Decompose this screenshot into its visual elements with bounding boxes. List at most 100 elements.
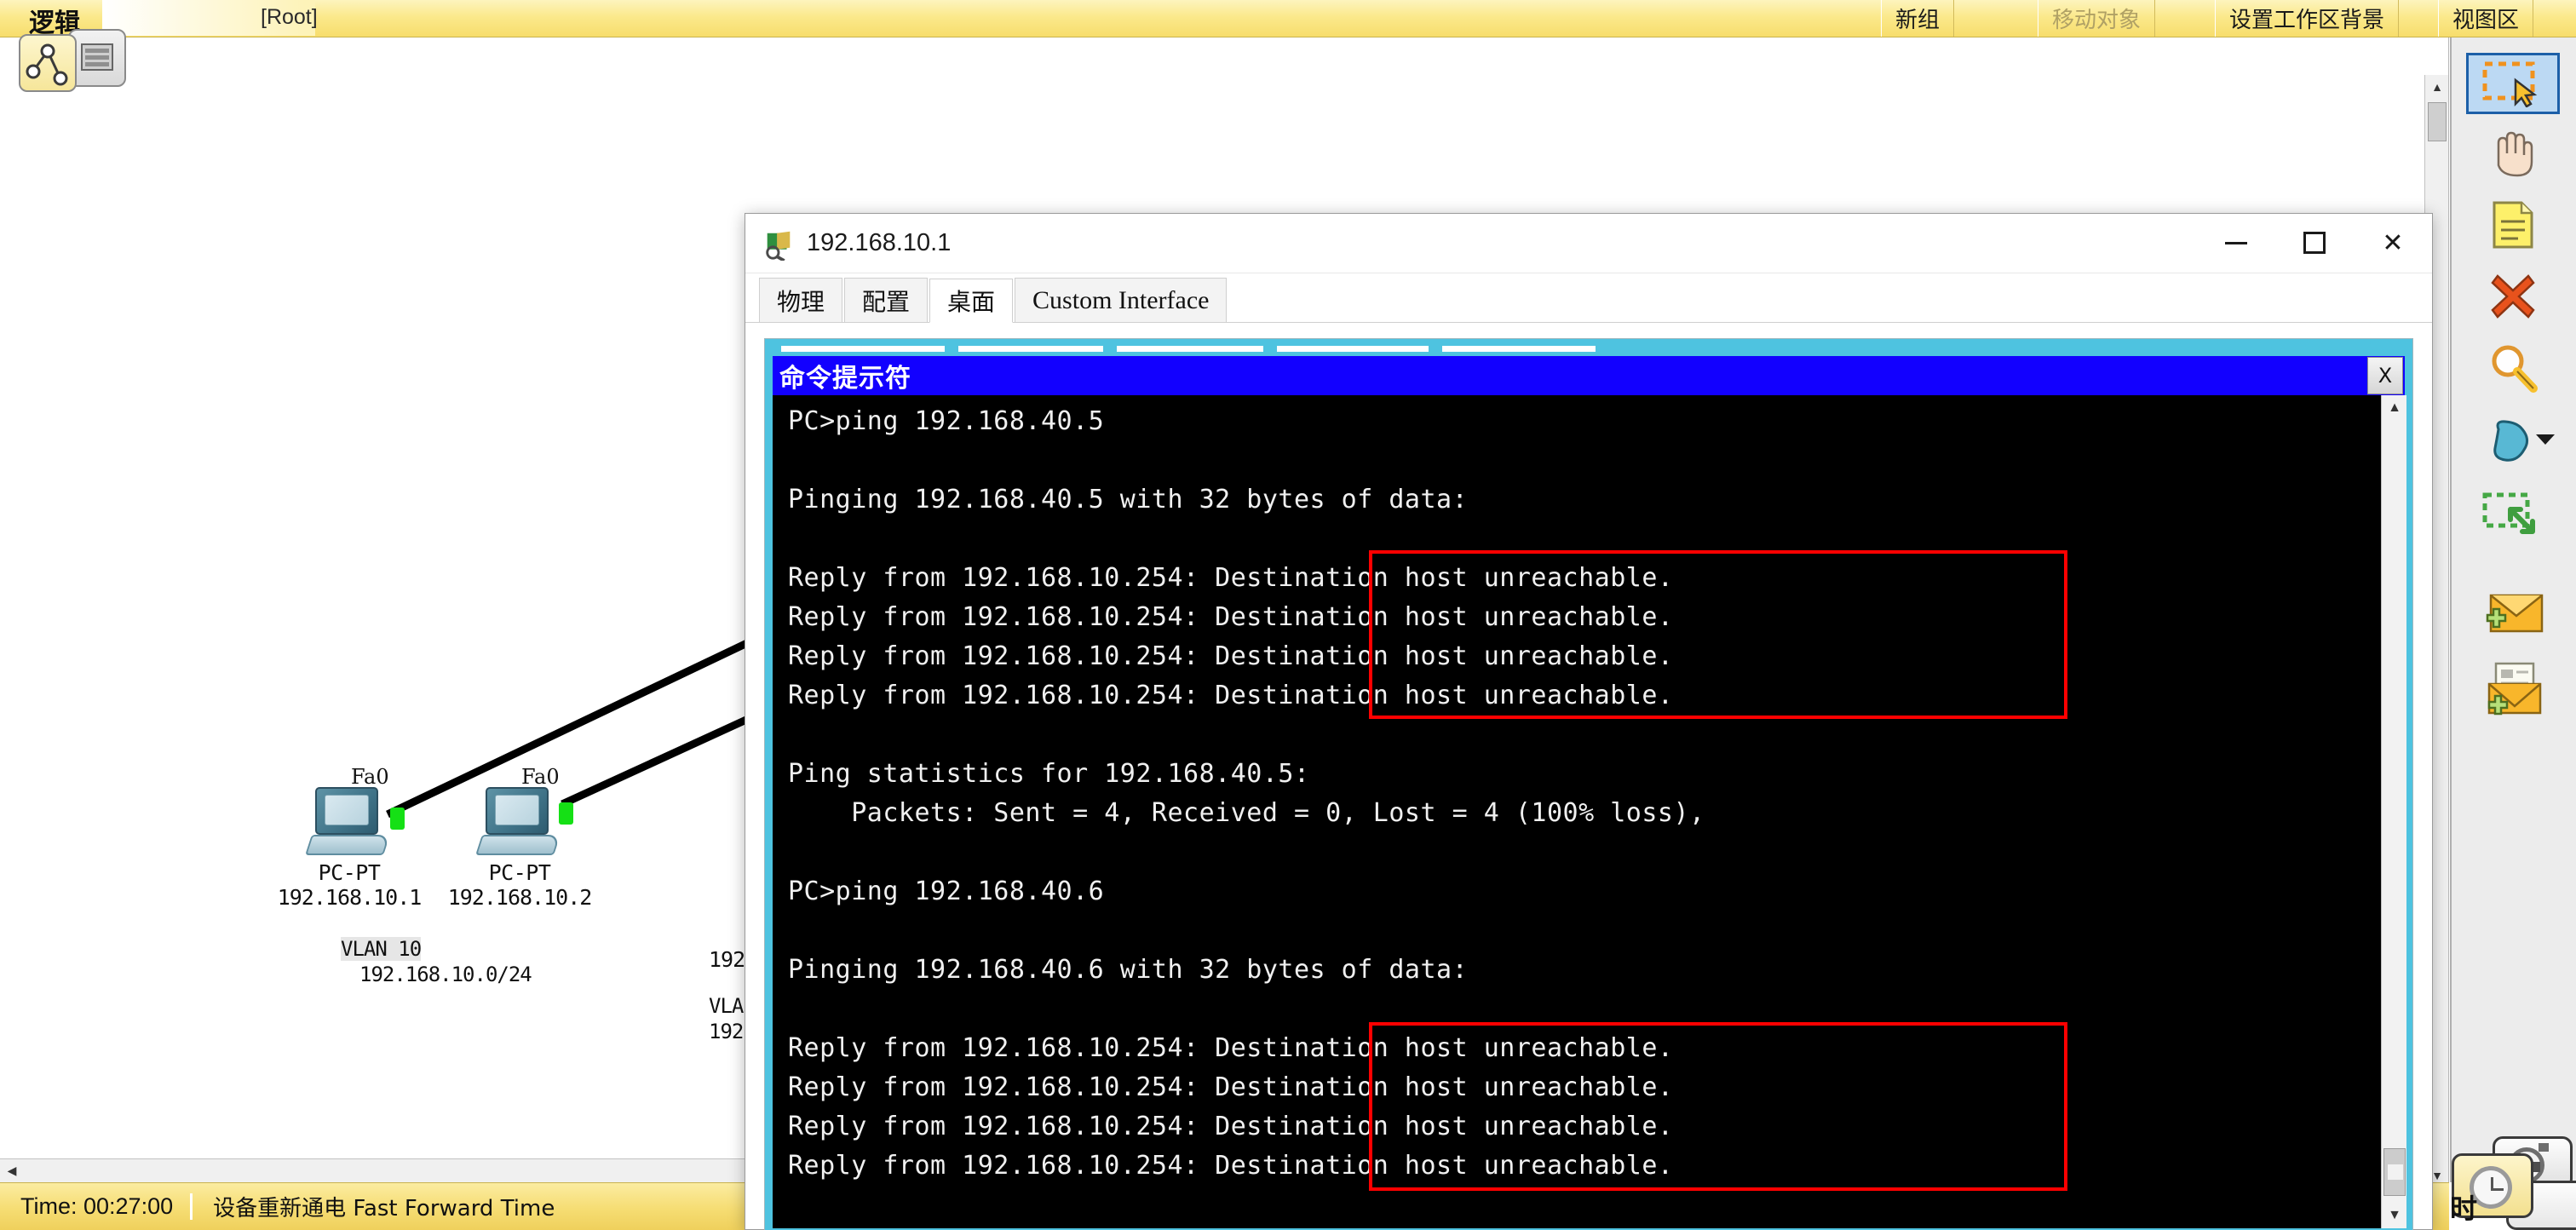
select-icon [2482,61,2538,107]
tool-palette [2450,37,2576,1182]
viewport-button[interactable]: 视图区 [2438,0,2534,37]
stopwatch-stem [2539,1143,2549,1152]
vlan-annotation-line2: 192.168.10.0/24 [359,963,532,986]
sidebar-item-delete-tool[interactable] [2466,266,2560,327]
hand-icon [2497,131,2533,177]
command-prompt-close-icon: X [2378,364,2393,388]
simulation-time: Time: 00:27:00 [0,1193,193,1220]
workspace-horizontal-scrollbar[interactable]: ◀ ▶ [0,1158,771,1182]
time-mode-label: 时 [2450,1193,2478,1225]
sidebar-item-complex-pdu-tool[interactable] [2466,659,2560,721]
shape-dropdown-caret-icon[interactable] [2536,434,2555,445]
close-button[interactable]: ✕ [2354,214,2432,272]
device-icon [766,231,791,261]
dialog-title: 192.168.10.1 [807,229,952,256]
tab-config[interactable]: 配置 [844,278,929,322]
pc-screen [495,795,539,825]
scroll-up-icon[interactable]: ▲ [2425,75,2448,99]
occluded-ip-label: 192 [709,947,745,972]
pc-device-name: PC-PT [488,860,551,885]
vlan-annotation-line1: VLAN 10 [341,937,422,961]
magnifier-icon [2492,345,2538,393]
logical-view-button[interactable] [19,34,77,92]
physical-view-button[interactable] [68,29,126,87]
command-prompt-close-button[interactable]: X [2367,357,2403,394]
pc-base [475,835,561,855]
port-label-fa0: Fa0 [521,765,560,789]
sidebar-item-select-tool[interactable] [2466,53,2560,114]
sidebar-item-draw-shape-tool[interactable] [2466,412,2560,474]
scroll-left-icon[interactable]: ◀ [0,1159,24,1182]
note-icon [2493,201,2533,249]
pc-monitor [315,787,378,835]
cmd-strip-seg [958,346,1103,352]
pc-icon [305,787,390,860]
tab-custom-interface[interactable]: Custom Interface [1015,278,1228,322]
move-object-button[interactable]: 移动对象 [2038,0,2156,37]
sidebar-item-hand-tool[interactable] [2466,123,2560,184]
maximize-button[interactable] [2275,214,2354,272]
sidebar-item-note-tool[interactable] [2466,194,2560,256]
cmd-strip-seg [1277,346,1429,352]
delete-x-icon [2491,274,2535,319]
tab-desktop[interactable]: 桌面 [929,279,1014,323]
cmd-strip-seg [1117,346,1263,352]
clock-hour-hand [2492,1188,2504,1191]
new-group-button[interactable]: 新组 [1881,0,1955,37]
pc-base [305,835,390,855]
command-prompt-titlebar[interactable]: 命令提示符 X [773,356,2405,395]
vlan-annotation[interactable]: VLAN 10 192.168.10.0/24 [341,936,532,987]
maximize-icon [2303,232,2326,254]
shape-blob-icon [2493,420,2528,462]
device-dialog[interactable]: 192.168.10.1 ✕ 物理 配置 桌面 Custom Interface [745,213,2433,1230]
terminal-scroll-thumb[interactable] [2383,1148,2406,1196]
command-prompt-title: 命令提示符 [779,364,911,394]
sidebar-item-inspect-tool[interactable] [2466,337,2560,399]
resize-icon [2482,492,2535,534]
link-status-dot [559,802,573,825]
envelope-document-plus-icon [2487,662,2542,716]
pc-monitor [486,787,549,835]
highlight-box-2 [1369,1022,2067,1191]
sidebar-item-simple-pdu-tool[interactable] [2466,583,2560,644]
occluded-vlan-line2: 192 [709,1020,744,1043]
pc-device-1[interactable]: PC-PT 192.168.10.1 Fa0 [273,765,426,910]
set-workspace-background-button[interactable]: 设置工作区背景 [2215,0,2400,37]
cmd-strip-seg [1442,346,1596,352]
dialog-tabs: 物理 配置 桌面 Custom Interface [745,273,2432,323]
envelope-plus-icon [2486,594,2544,633]
terminal-screen[interactable]: PC>ping 192.168.40.5 Pinging 192.168.40.… [773,395,2406,1228]
pc-icon [475,787,561,860]
dialog-body: 命令提示符 X PC>ping 192.168.40.5 Pinging 192… [745,323,2432,1230]
minimize-button[interactable] [2197,214,2275,272]
top-toolbar: [Root] 新组 移动对象 设置工作区背景 视图区 [0,0,2576,37]
highlight-box-1 [1369,550,2067,719]
realtime-simulation-toggle[interactable]: 时 [2447,1135,2576,1230]
pc-device-ip: 192.168.10.1 [277,885,423,910]
pc-screen [325,795,369,825]
pc-device-2[interactable]: PC-PT 192.168.10.2 Fa0 [443,765,596,910]
physical-view-icon [81,43,113,71]
link-status-dot [390,808,405,830]
occluded-vlan-label: VLA 192 [709,993,744,1044]
minimize-icon [2225,241,2247,244]
logical-view-icon [26,43,68,86]
terminal-scrollbar[interactable]: ▲ ▼ [2381,395,2406,1228]
breadcrumb-root: [Root] [261,5,318,29]
status-message: 设备重新通电 Fast Forward Time [213,1196,555,1221]
workspace-vscroll-thumb[interactable] [2428,102,2447,141]
terminal-scroll-down-icon[interactable]: ▼ [2382,1203,2406,1228]
close-icon: ✕ [2382,227,2404,258]
view-mode-toggle[interactable] [19,29,138,97]
port-label-fa0: Fa0 [351,765,389,789]
terminal-scroll-up-icon[interactable]: ▲ [2382,395,2406,421]
dialog-titlebar[interactable]: 192.168.10.1 ✕ [745,214,2432,273]
pc-device-name: PC-PT [318,860,381,885]
pc-device-ip: 192.168.10.2 [447,885,593,910]
occluded-vlan-line1: VLA [709,994,744,1018]
cmd-tab-strip [773,346,2405,354]
command-prompt-app: 命令提示符 X PC>ping 192.168.40.5 Pinging 192… [764,338,2413,1230]
cmd-strip-seg [781,346,945,352]
tab-physical[interactable]: 物理 [759,278,843,322]
sidebar-item-resize-shape-tool[interactable] [2466,484,2560,545]
